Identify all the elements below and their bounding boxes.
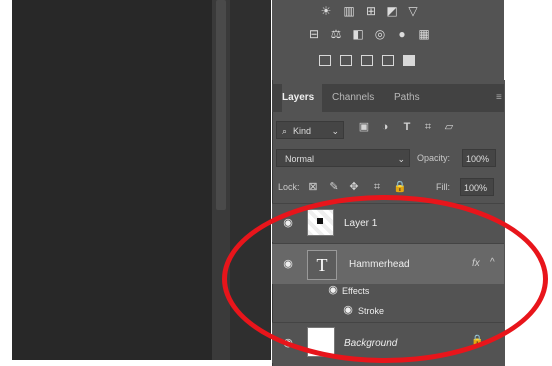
color-lookup-icon[interactable]: ▦ xyxy=(417,28,431,40)
fill-label: Fill: xyxy=(436,182,450,192)
gradient-map-icon[interactable] xyxy=(403,55,415,66)
fill-input[interactable]: 100% xyxy=(460,178,494,196)
panel-tabs: Layers Channels Paths ≡ xyxy=(272,84,504,112)
vibrance-icon[interactable]: ▽ xyxy=(406,5,420,17)
chevron-down-icon: ⌄ xyxy=(331,126,339,136)
chevron-down-icon: ⌄ xyxy=(397,154,405,164)
color-balance-icon[interactable]: ⚖ xyxy=(329,28,343,40)
threshold-icon[interactable] xyxy=(361,55,373,66)
red-circle-annotation xyxy=(222,195,548,363)
pixel-filter-icon[interactable]: ▣ xyxy=(357,120,371,134)
document-canvas[interactable] xyxy=(12,0,212,360)
curves-icon[interactable]: ⊞ xyxy=(364,5,378,17)
type-filter-icon[interactable]: T xyxy=(400,120,414,134)
lock-brush-icon[interactable]: ✎ xyxy=(327,180,341,194)
filter-kind-select[interactable]: ⌕ Kind ⌄ xyxy=(276,121,344,139)
brightness-icon[interactable]: ☀ xyxy=(319,5,333,17)
panel-menu-icon[interactable]: ≡ xyxy=(496,84,504,112)
blend-mode-select[interactable]: Normal ⌄ xyxy=(276,149,410,167)
filter-kind-label: Kind xyxy=(293,126,312,136)
opacity-label: Opacity: xyxy=(417,153,451,163)
posterize-icon[interactable] xyxy=(340,55,352,66)
adjustments-panel: ☀ ▥ ⊞ ◩ ▽ ⊟ ⚖ ◧ ◎ ● ▦ xyxy=(272,0,504,80)
channel-mixer-icon[interactable]: ● xyxy=(395,28,409,40)
shape-filter-icon[interactable]: ⌗ xyxy=(421,120,435,134)
exposure-icon[interactable]: ◩ xyxy=(385,5,399,17)
hue-saturation-icon[interactable]: ⊟ xyxy=(307,28,321,40)
adjustment-filter-icon[interactable]: ◑ xyxy=(378,120,392,134)
tab-paths[interactable]: Paths xyxy=(394,84,430,112)
tab-layers[interactable]: Layers xyxy=(282,84,322,112)
opacity-input[interactable]: 100% xyxy=(462,149,496,167)
opacity-value: 100% xyxy=(466,154,490,164)
lock-label: Lock: xyxy=(278,182,300,192)
selective-color-icon[interactable] xyxy=(382,55,394,66)
scrollbar-thumb[interactable] xyxy=(216,0,226,210)
levels-icon[interactable]: ▥ xyxy=(342,5,356,17)
invert-icon[interactable] xyxy=(319,55,331,66)
tab-channels[interactable]: Channels xyxy=(332,84,382,112)
search-icon: ⌕ xyxy=(282,126,288,136)
photo-filter-icon[interactable]: ◎ xyxy=(373,28,387,40)
black-white-icon[interactable]: ◧ xyxy=(351,28,365,40)
artboard-icon[interactable]: ⌗ xyxy=(370,180,384,194)
lock-all-icon[interactable]: 🔒 xyxy=(393,180,407,194)
fill-value: 100% xyxy=(464,183,488,193)
lock-position-icon[interactable]: ✥ xyxy=(347,180,361,194)
blend-mode-value: Normal xyxy=(285,154,315,164)
smart-object-filter-icon[interactable]: ▱ xyxy=(442,120,456,134)
lock-transparency-icon[interactable]: ⊠ xyxy=(306,180,320,194)
